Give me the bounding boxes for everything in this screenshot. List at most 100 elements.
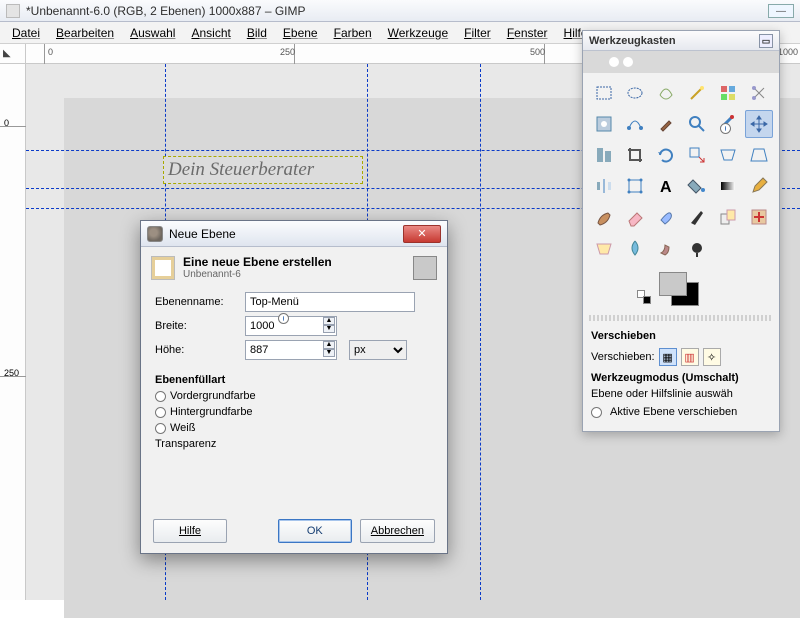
dialog-close-button[interactable]: ✕ [403,225,441,243]
scissors-icon[interactable] [745,79,773,107]
zoom-icon[interactable] [683,110,711,138]
ok-button[interactable]: OK [278,519,352,543]
fill-foreground-radio[interactable]: Vordergrundfarbe [155,390,433,402]
dialog-color-swatch[interactable] [413,256,437,280]
height-spin-down[interactable]: ▼ [323,349,335,357]
rotate-icon[interactable] [652,141,680,169]
crop-icon[interactable] [621,141,649,169]
tool-mode-group-label: Werkzeugmodus (Umschalt) [591,372,771,384]
tool-grid: A [583,73,779,268]
dialog-title: Neue Ebene [169,227,236,241]
clone-icon[interactable] [714,203,742,231]
layer-name-label: Ebenenname: [155,296,239,308]
unit-select[interactable]: px [349,340,407,360]
wilber-strip [583,51,779,73]
perspective-clone-icon[interactable] [590,234,618,262]
window-titlebar: *Unbenannt-6.0 (RGB, 2 Ebenen) 1000x887 … [0,0,800,22]
fill-background-radio[interactable]: Hintergrundfarbe [155,406,433,418]
rect-select-icon[interactable] [590,79,618,107]
toolbox-close-button[interactable]: ▭ [759,34,773,48]
color-picker-icon[interactable] [652,110,680,138]
mode-layer-icon[interactable]: ▦ [659,348,677,366]
move-icon[interactable] [745,110,773,138]
smudge-icon[interactable] [652,234,680,262]
tool-options: Verschieben Verschieben: ▦ ▥ ✧ Werkzeugm… [583,324,779,430]
toolbox-panel: Werkzeugkasten ▭ A Verschieben Verschieb… [582,30,780,432]
perspective-icon[interactable] [745,141,773,169]
color-swatches[interactable] [583,268,779,312]
height-label: Höhe: [155,344,239,356]
dodge-icon[interactable] [683,234,711,262]
ruler-h-0: 0 [48,47,53,57]
menu-auswahl[interactable]: Auswahl [122,24,183,42]
menu-bild[interactable]: Bild [239,24,275,42]
menu-bearbeiten[interactable]: Bearbeiten [48,24,122,42]
panel-separator[interactable] [589,315,773,321]
window-minimize-button[interactable]: — [768,4,794,18]
ruler-corner[interactable] [0,44,26,64]
dialog-subheading: Unbenannt-6 [183,269,332,280]
menu-filter[interactable]: Filter [456,24,499,42]
shear-icon[interactable] [714,141,742,169]
ruler-v-250: 250 [4,368,19,378]
airbrush-icon[interactable] [652,203,680,231]
fill-white-radio[interactable]: Weiß [155,422,433,434]
blur-icon[interactable] [621,234,649,262]
ellipse-select-icon[interactable] [621,79,649,107]
mode-selection-icon[interactable]: ▥ [681,348,699,366]
eraser-icon[interactable] [621,203,649,231]
flip-icon[interactable] [590,172,618,200]
radio-active-layer[interactable]: Aktive Ebene verschieben [591,406,771,418]
width-spin-up[interactable]: ▲ [323,317,335,325]
tool-options-title: Verschieben [591,330,771,342]
dialog-titlebar[interactable]: Neue Ebene ✕ [141,221,447,247]
heal-icon[interactable] [745,203,773,231]
width-label: Breite: [155,320,239,332]
ruler-h-250: 250 [280,47,295,57]
pencil-icon[interactable] [745,172,773,200]
gradient-icon[interactable] [714,172,742,200]
fill-transparent-radio[interactable]: Transparenz [155,438,433,450]
dialog-heading: Eine neue Ebene erstellen [183,255,332,269]
ruler-h-500: 500 [530,47,545,57]
layer-name-input[interactable] [245,292,415,312]
menu-ebene[interactable]: Ebene [275,24,326,42]
menu-ansicht[interactable]: Ansicht [183,24,238,42]
window-title: *Unbenannt-6.0 (RGB, 2 Ebenen) 1000x887 … [26,4,306,18]
cage-icon[interactable] [621,172,649,200]
fg-color-swatch[interactable] [659,272,687,296]
cancel-button[interactable]: Abbrechen [360,519,435,543]
align-icon[interactable] [590,141,618,169]
mode-path-icon[interactable]: ✧ [703,348,721,366]
layer-icon [151,256,175,280]
paths-icon[interactable] [621,110,649,138]
wand-icon[interactable] [683,79,711,107]
bucket-icon[interactable] [683,172,711,200]
ruler-vertical[interactable]: 0 250 [0,64,26,600]
brush-icon[interactable] [590,203,618,231]
guide-vertical[interactable] [480,64,481,600]
fill-type-title: Ebenenfüllart [155,374,433,386]
foreground-select-icon[interactable] [590,110,618,138]
text-selection[interactable]: Dein Steuerberater [163,156,363,184]
app-icon [6,4,20,18]
radio-pick-layer[interactable]: Ebene oder Hilfslinie auswäh [591,388,771,400]
lasso-icon[interactable] [652,79,680,107]
gimp-icon [147,226,163,242]
mode-label: Verschieben: [591,351,655,363]
ink-icon[interactable] [683,203,711,231]
bycolor-icon[interactable] [714,79,742,107]
help-button[interactable]: Hilfe [153,519,227,543]
menu-fenster[interactable]: Fenster [499,24,556,42]
width-spin-down[interactable]: ▼ [323,325,335,333]
toolbox-header[interactable]: Werkzeugkasten ▭ [583,31,779,51]
height-spin-up[interactable]: ▲ [323,341,335,349]
text-icon[interactable]: A [652,172,680,200]
menu-datei[interactable]: Datei [4,24,48,42]
scale-icon[interactable] [683,141,711,169]
ruler-h-1000: 1000 [778,47,798,57]
menu-werkzeuge[interactable]: Werkzeuge [380,24,456,42]
toolbox-title: Werkzeugkasten [589,35,676,47]
menu-farben[interactable]: Farben [326,24,380,42]
svg-text:A: A [660,179,672,196]
